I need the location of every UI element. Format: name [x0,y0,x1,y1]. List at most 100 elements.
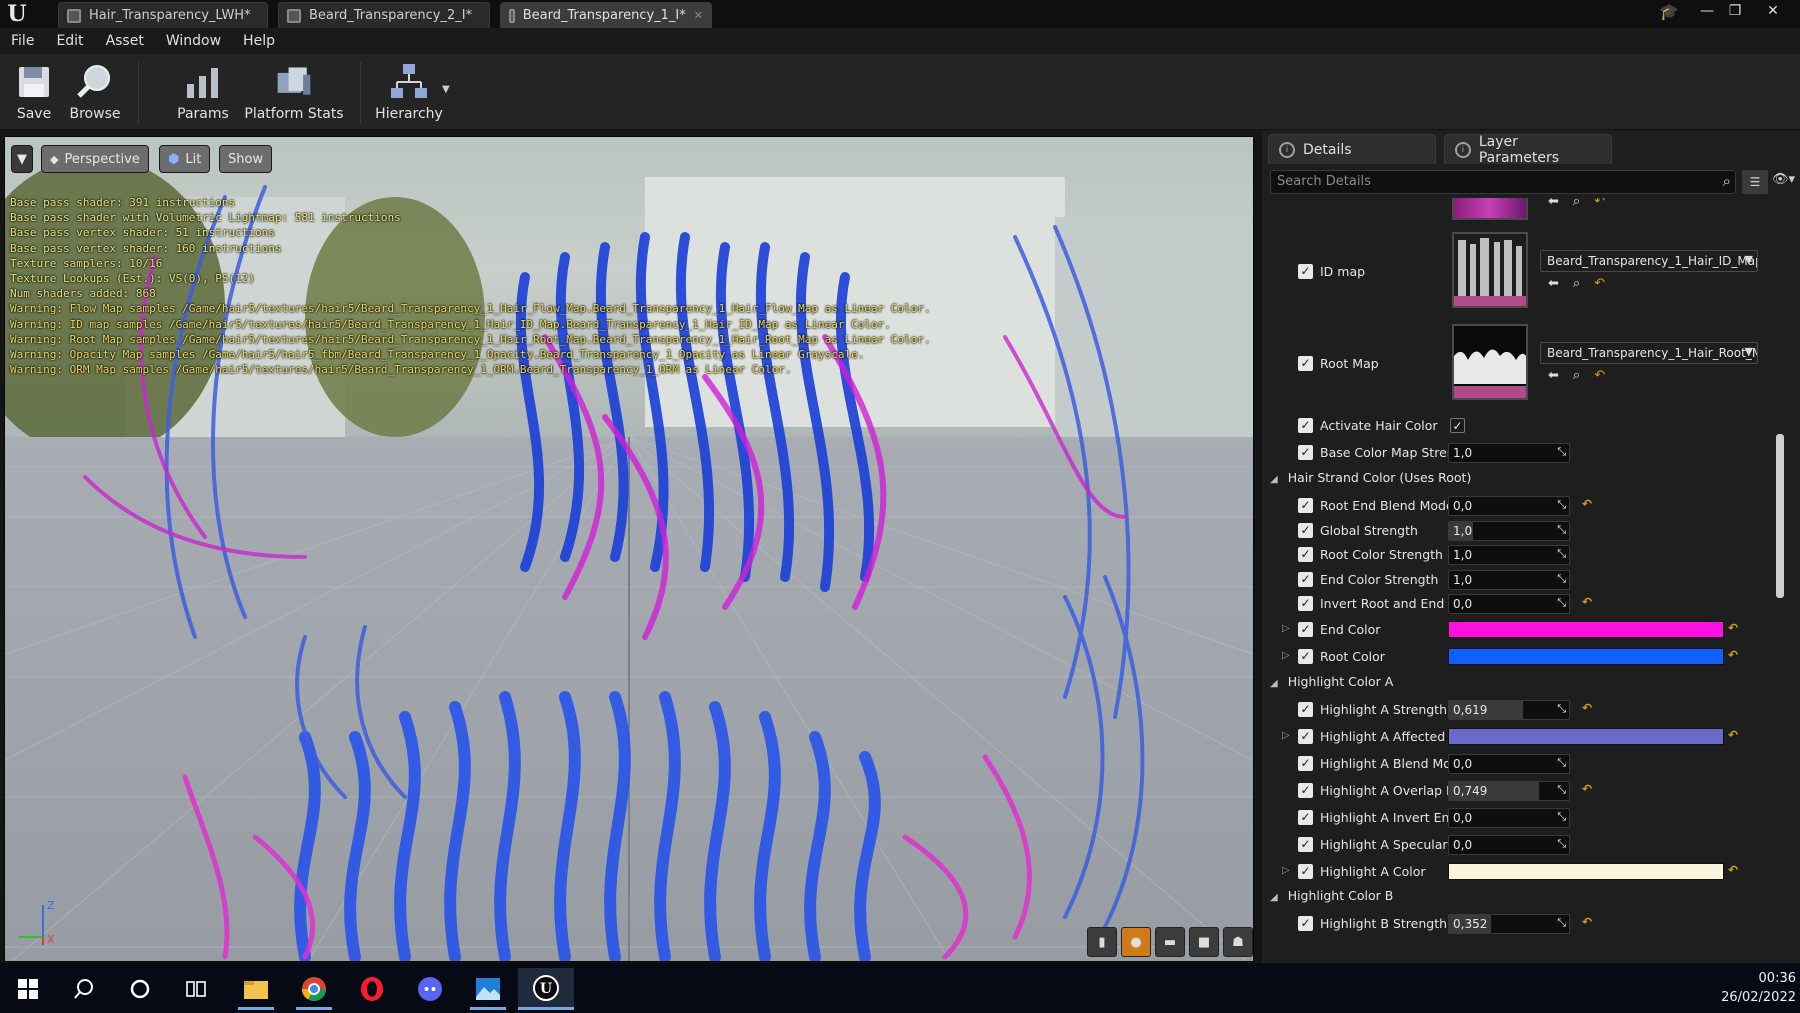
view-options-icon[interactable]: ☰ [1742,170,1768,194]
value-spinbox[interactable]: 0,0 ⤡ [1448,496,1570,516]
menu-edit[interactable]: Edit [45,33,94,49]
override-checkbox[interactable]: ✓ [1298,783,1313,798]
override-checkbox[interactable]: ✓ [1298,622,1313,637]
browse-asset-icon[interactable]: ⌕ [1573,368,1580,383]
show-button[interactable]: Show [219,145,273,173]
root-map-asset-picker[interactable]: Beard_Transparency_1_Hair_Root_Map ▼ [1540,342,1758,364]
opera-icon[interactable] [344,968,400,1010]
close-window-button[interactable]: ✕ [1758,0,1788,22]
value-spinbox[interactable]: 0,0 ⤡ [1448,754,1570,774]
override-checkbox[interactable]: ✓ [1298,729,1313,744]
eye-visibility-icon[interactable]: 👁▾ [1772,172,1795,187]
value-spinbox[interactable]: 0,0 ⤡ [1448,594,1570,614]
reset-to-default-icon[interactable]: ↶ [1728,728,1738,742]
override-checkbox[interactable]: ✓ [1298,649,1313,664]
hierarchy-button[interactable]: Hierarchy [375,58,443,128]
tab-details[interactable]: i Details [1268,134,1436,164]
reset-to-default-icon[interactable]: ↶ [1582,915,1592,929]
id-map-asset-picker[interactable]: Beard_Transparency_1_Hair_ID_Map ▼ [1540,250,1758,272]
expand-triangle-icon[interactable]: ▷ [1282,650,1290,661]
tab-hair-transparency-lwh[interactable]: Hair_Transparency_LWH* [58,2,268,28]
reset-to-default-icon[interactable]: ↶ [1728,621,1738,635]
cylinder-preview-icon[interactable]: ▮ [1087,927,1117,957]
value-spinbox[interactable]: 0,0 ⤡ [1448,835,1570,855]
tab-beard-transparency-1[interactable]: Beard_Transparency_1_I* ✕ [500,2,712,28]
flow-map-thumbnail[interactable] [1452,198,1528,220]
hierarchy-dropdown-icon[interactable]: ▼ [442,84,450,95]
restore-button[interactable]: ❐ [1720,0,1750,22]
teapot-preview-icon[interactable]: ☗ [1223,927,1253,957]
learn-icon[interactable]: 🎓 [1658,2,1680,24]
menu-file[interactable]: File [0,33,45,49]
reset-to-default-icon[interactable]: ↶ [1582,595,1592,609]
reset-to-default-icon[interactable]: ↶ [1582,701,1592,715]
value-spinbox[interactable]: 0,0 ⤡ [1448,808,1570,828]
override-checkbox[interactable]: ✓ [1298,571,1313,587]
color-swatch[interactable] [1448,863,1724,880]
chrome-icon[interactable] [286,968,342,1010]
value-spinbox[interactable]: 1,0 ⤡ [1448,443,1570,463]
section-highlight-color-a[interactable]: ◢ Highlight Color A [1270,674,1393,689]
cortana-icon[interactable] [112,968,168,1010]
override-checkbox[interactable]: ✓ [1298,702,1313,717]
reset-to-default-icon[interactable]: ↶ [1582,782,1592,796]
value-spinbox[interactable]: 1,0 ⤡ [1448,569,1570,590]
reset-to-default-icon[interactable]: ↶ [1582,497,1592,511]
lit-button[interactable]: ⬢ Lit [159,145,211,173]
system-clock[interactable]: 00:36 26/02/2022 [1700,969,1796,1007]
override-checkbox[interactable]: ✓ [1298,916,1313,931]
override-checkbox[interactable]: ✓ [1298,418,1313,433]
use-selected-arrow-icon[interactable]: ⬅ [1548,368,1559,383]
reset-to-default-icon[interactable]: ↶ [1594,198,1605,209]
activate-hair-color-toggle[interactable]: ✓ [1450,418,1465,433]
use-selected-arrow-icon[interactable]: ⬅ [1548,276,1559,291]
value-spinbox[interactable]: 1,0 ⤡ [1448,520,1570,541]
color-swatch[interactable] [1448,728,1724,745]
photos-icon[interactable] [460,968,516,1010]
override-checkbox[interactable]: ✓ [1298,522,1313,538]
expand-triangle-icon[interactable]: ▷ [1282,623,1290,634]
color-swatch[interactable] [1448,648,1724,665]
search-details-input[interactable]: Search Details ⌕ [1270,170,1736,194]
reset-to-default-icon[interactable]: ↶ [1728,648,1738,662]
details-scrollbar[interactable] [1776,434,1784,598]
value-spinbox[interactable]: 1,0 ⤡ [1448,545,1570,565]
override-checkbox[interactable]: ✓ [1298,837,1313,852]
task-view-icon[interactable] [168,968,224,1010]
override-checkbox[interactable]: ✓ [1298,547,1313,562]
windows-start-icon[interactable] [0,968,56,1010]
menu-window[interactable]: Window [155,33,232,49]
value-spinbox[interactable]: 0,352 ⤡ [1448,914,1570,934]
params-button[interactable]: Params [174,58,232,128]
preview-viewport[interactable]: ▼ ◆ Perspective ⬢ Lit Show Base pass sha… [4,136,1254,962]
expand-triangle-icon[interactable]: ▷ [1282,865,1290,876]
override-checkbox[interactable]: ✓ [1298,810,1313,825]
section-hair-strand-color[interactable]: ◢ Hair Strand Color (Uses Root) [1270,470,1471,485]
override-checkbox[interactable]: ✓ [1298,596,1313,611]
save-button[interactable]: Save [10,58,58,128]
tab-layer-parameters[interactable]: i Layer Parameters [1444,134,1612,166]
viewport-options-dropdown[interactable]: ▼ [11,145,33,173]
reset-to-default-icon[interactable]: ↶ [1594,368,1605,383]
cube-preview-icon[interactable]: ■ [1189,927,1219,957]
menu-help[interactable]: Help [232,33,286,49]
reset-to-default-icon[interactable]: ↶ [1728,863,1738,877]
override-checkbox[interactable]: ✓ [1298,864,1313,879]
close-tab-icon[interactable]: ✕ [694,9,703,22]
plane-preview-icon[interactable]: ▬ [1155,927,1185,957]
discord-icon[interactable] [402,968,458,1010]
value-spinbox[interactable]: 0,619 ⤡ [1448,700,1570,720]
override-checkbox[interactable]: ✓ [1298,264,1313,279]
use-selected-arrow-icon[interactable]: ⬅ [1548,198,1559,209]
section-highlight-color-b[interactable]: ◢ Highlight Color B [1270,888,1393,903]
override-checkbox[interactable]: ✓ [1298,445,1313,460]
id-map-thumbnail[interactable] [1452,232,1528,308]
color-swatch[interactable] [1448,621,1724,638]
browse-asset-icon[interactable]: ⌕ [1573,198,1580,209]
expand-triangle-icon[interactable]: ▷ [1282,730,1290,741]
menu-asset[interactable]: Asset [95,33,155,49]
override-checkbox[interactable]: ✓ [1298,498,1313,513]
minimize-button[interactable]: — [1692,0,1722,22]
tab-beard-transparency-2[interactable]: Beard_Transparency_2_I* [278,2,490,28]
browse-asset-icon[interactable]: ⌕ [1573,276,1580,291]
